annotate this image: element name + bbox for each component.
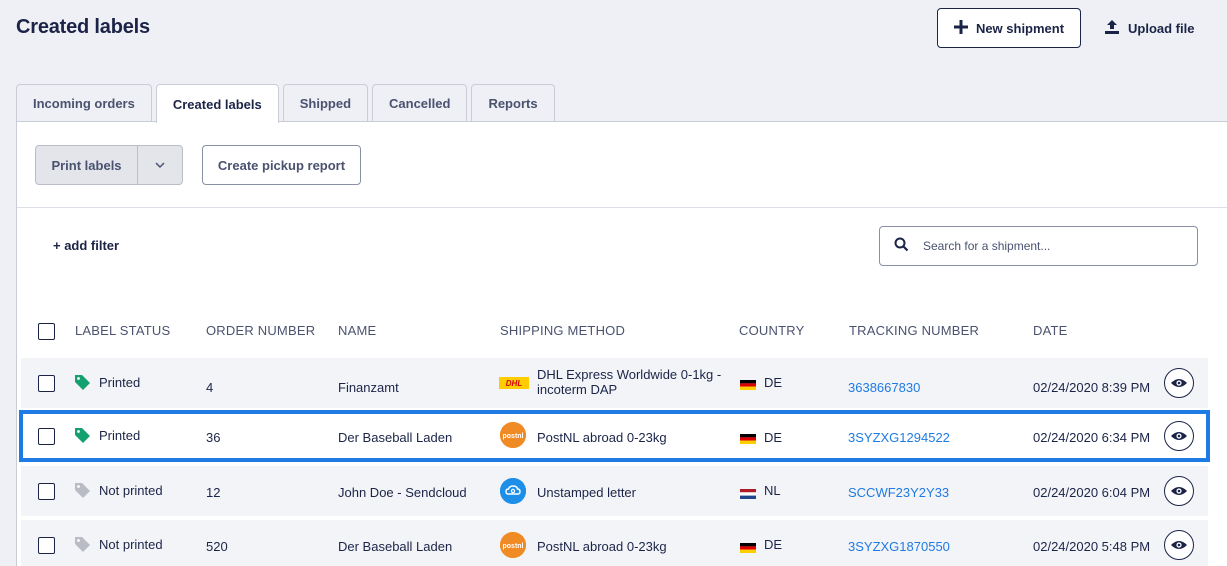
column-order-number[interactable]: ORDER NUMBER <box>206 323 315 338</box>
page-title: Created labels <box>16 16 150 38</box>
postnl-icon: postnl <box>500 532 526 558</box>
date: 02/24/2020 6:04 PM <box>1033 485 1151 500</box>
select-all-checkbox[interactable] <box>38 323 55 340</box>
search-icon <box>894 237 909 255</box>
germany-flag-icon <box>740 432 756 444</box>
table-row[interactable]: Not printed 520 Der Baseball Laden postn… <box>21 520 1208 566</box>
shipping-method-line2: incoterm DAP <box>537 382 618 397</box>
not-printed-tag-icon <box>74 536 91 556</box>
country-code: DE <box>764 537 783 552</box>
tab-incoming-orders[interactable]: Incoming orders <box>16 84 152 122</box>
column-date[interactable]: DATE <box>1033 323 1068 338</box>
column-tracking-number[interactable]: TRACKING NUMBER <box>849 323 979 338</box>
label-status: Not printed <box>99 483 163 498</box>
date: 02/24/2020 6:34 PM <box>1033 430 1151 445</box>
create-pickup-report-button[interactable]: Create pickup report <box>202 145 361 185</box>
search-box[interactable] <box>879 226 1198 266</box>
label-status: Printed <box>99 375 141 390</box>
recipient-name: John Doe - Sendcloud <box>338 485 467 500</box>
tab-bar: Incoming orders Created labels Shipped C… <box>16 84 555 123</box>
dhl-icon: DHL <box>499 377 529 392</box>
chevron-down-icon[interactable] <box>138 146 182 184</box>
table-row-highlighted[interactable]: Printed 36 Der Baseball Laden postnl Pos… <box>19 410 1210 462</box>
netherlands-flag-icon <box>740 487 756 499</box>
table-row[interactable]: Not printed 12 John Doe - Sendcloud Unst… <box>21 466 1208 516</box>
upload-file-label: Upload file <box>1128 20 1195 36</box>
shipping-method: PostNL abroad 0-23kg <box>537 539 667 554</box>
printed-tag-icon <box>74 427 91 447</box>
table-header: LABEL STATUS ORDER NUMBER NAME SHIPPING … <box>17 317 1227 345</box>
labels-panel: Print labels Create pickup report + add … <box>16 121 1227 566</box>
column-name[interactable]: NAME <box>338 323 376 338</box>
order-number: 4 <box>206 380 214 395</box>
unstamped-icon <box>500 478 526 504</box>
order-number: 36 <box>206 430 221 445</box>
column-shipping-method[interactable]: SHIPPING METHOD <box>500 323 625 338</box>
tracking-link[interactable]: 3638667830 <box>848 380 920 395</box>
germany-flag-icon <box>740 378 756 390</box>
recipient-name: Der Baseball Laden <box>338 539 453 554</box>
add-filter-link[interactable]: + add filter <box>53 238 119 253</box>
label-status: Not printed <box>99 537 163 552</box>
order-number: 12 <box>206 485 221 500</box>
row-checkbox[interactable] <box>38 537 55 554</box>
tab-reports[interactable]: Reports <box>471 84 555 122</box>
column-label-status[interactable]: LABEL STATUS <box>75 323 170 338</box>
shipping-method: Unstamped letter <box>537 485 636 500</box>
row-checkbox[interactable] <box>38 483 55 500</box>
tracking-link[interactable]: SCCWF23Y2Y33 <box>848 485 949 500</box>
print-labels-label[interactable]: Print labels <box>36 146 138 184</box>
row-checkbox[interactable] <box>38 428 55 445</box>
germany-flag-icon <box>740 541 756 553</box>
search-input[interactable] <box>923 239 1163 253</box>
row-checkbox[interactable] <box>38 375 55 392</box>
date: 02/24/2020 5:48 PM <box>1033 539 1151 554</box>
recipient-name: Der Baseball Laden <box>338 430 453 445</box>
new-shipment-button[interactable]: New shipment <box>937 8 1081 48</box>
view-eye-icon[interactable] <box>1164 368 1194 398</box>
shipping-method-line1: DHL Express Worldwide 0-1kg - <box>537 367 722 382</box>
tab-created-labels[interactable]: Created labels <box>155 84 279 123</box>
upload-icon <box>1104 19 1120 38</box>
country-code: DE <box>764 375 783 390</box>
view-eye-icon[interactable] <box>1164 476 1194 506</box>
view-eye-icon[interactable] <box>1164 530 1194 560</box>
recipient-name: Finanzamt <box>338 380 399 395</box>
label-status: Printed <box>99 428 141 443</box>
shipping-method: PostNL abroad 0-23kg <box>537 430 667 445</box>
svg-text:DHL: DHL <box>506 379 523 388</box>
table-row[interactable]: Printed 4 Finanzamt DHL DHL Express Worl… <box>21 358 1208 408</box>
svg-text:postnl: postnl <box>503 433 524 440</box>
country-code: NL <box>764 483 781 498</box>
tracking-link[interactable]: 3SYZXG1294522 <box>848 430 950 445</box>
column-country[interactable]: COUNTRY <box>739 323 804 338</box>
tab-shipped[interactable]: Shipped <box>282 84 369 122</box>
print-labels-button[interactable]: Print labels <box>35 145 183 185</box>
not-printed-tag-icon <box>74 482 91 502</box>
new-shipment-label: New shipment <box>975 20 1065 36</box>
plus-icon <box>953 18 968 38</box>
divider <box>17 207 1227 208</box>
shipping-method: DHL Express Worldwide 0-1kg - incoterm D… <box>537 367 721 397</box>
view-eye-icon[interactable] <box>1164 421 1194 451</box>
upload-file-button[interactable]: Upload file <box>1104 8 1194 48</box>
date: 02/24/2020 8:39 PM <box>1033 380 1151 395</box>
country-code: DE <box>764 430 783 445</box>
printed-tag-icon <box>74 374 91 394</box>
svg-text:postnl: postnl <box>503 543 524 550</box>
order-number: 520 <box>206 539 228 554</box>
tracking-link[interactable]: 3SYZXG1870550 <box>848 539 950 554</box>
tab-cancelled[interactable]: Cancelled <box>372 84 468 122</box>
postnl-icon: postnl <box>500 422 526 448</box>
